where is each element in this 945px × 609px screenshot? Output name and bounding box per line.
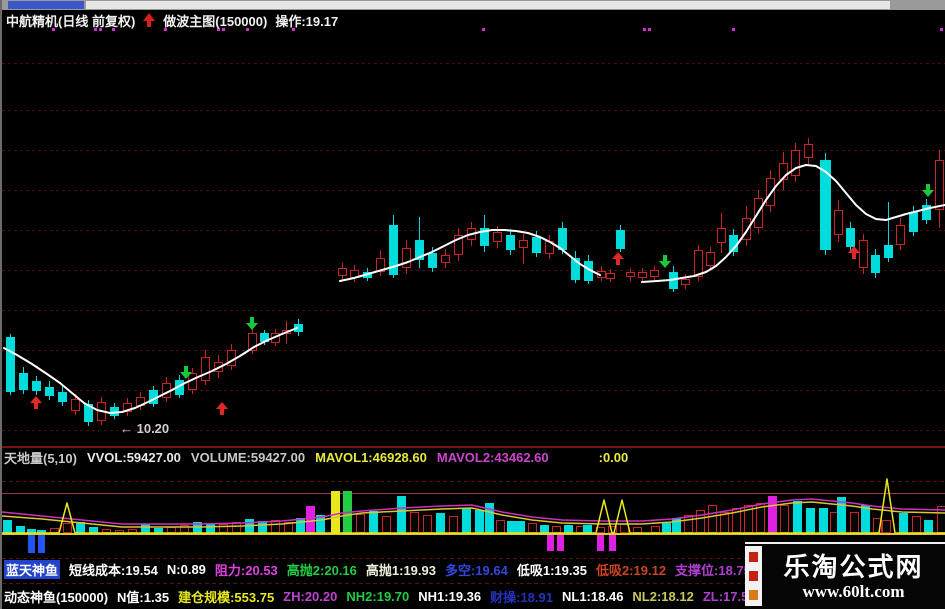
volume-header-item-5: :0.00 <box>598 449 629 465</box>
price-low-label: ← 10.20 <box>120 421 170 436</box>
lantian-item-2: N:0.89 <box>166 561 206 577</box>
signal-dot <box>643 28 646 31</box>
signal-dot <box>940 28 943 31</box>
volume-header-item-3: MAVOL1:46928.60 <box>315 449 427 465</box>
indicator-row-lantianshenyu[interactable]: 蓝天神鱼 短线成本:19.54 N:0.89 阻力:20.53 高抛2:20.16 高抛1… <box>4 556 751 582</box>
up-arrow-icon <box>143 13 156 27</box>
volume-header-item-0: 天地量(5,10) <box>4 450 77 466</box>
volume-header-item-1: VVOL:59427.00 <box>86 449 181 465</box>
formula-name: 做波主图(150000) <box>163 13 268 29</box>
lantian-item-4: 高抛2:20.16 <box>286 562 357 578</box>
watermark-box: 乐淘公式网 www.60lt.com <box>745 542 945 609</box>
dongtai-item-4: NH2:19.70 <box>346 588 410 604</box>
signal-dots-layer <box>2 0 945 609</box>
dongtai-item-6: 财操:18.91 <box>490 589 553 605</box>
indicator-row-dongtaishenyu[interactable]: 动态神鱼(150000) N值:1.35 建仓规模:553.75 ZH:20.20 NH… <box>4 584 756 608</box>
volume-header-item-2: VOLUME:59427.00 <box>190 449 306 465</box>
lantian-item-5: 高抛1:19.93 <box>365 562 436 578</box>
app-window: 中航精机(日线 前复权) 做波主图(150000) 操作:19.17 ← 10.… <box>0 0 945 609</box>
dongtai-item-2: 建仓规模:553.75 <box>178 589 275 605</box>
chart-header: 中航精机(日线 前复权) 做波主图(150000) 操作:19.17 <box>6 12 339 29</box>
dongtai-item-0: 动态神鱼(150000) <box>4 589 109 605</box>
signal-dot <box>482 28 485 31</box>
watermark-url: www.60lt.com <box>802 581 905 601</box>
dongtai-item-7: NL1:18.46 <box>562 588 624 604</box>
dongtai-item-8: NL2:18.12 <box>632 588 694 604</box>
volume-indicator-header: 天地量(5,10) VVOL:59427.00 VOLUME:59427.00 MAV… <box>4 449 629 466</box>
volume-header-item-4: MAVOL2:43462.60 <box>436 449 549 465</box>
watermark-text: 乐淘公式网 www.60lt.com <box>762 544 945 609</box>
dongtai-item-3: ZH:20.20 <box>283 588 338 604</box>
operation-value: 操作:19.17 <box>275 13 339 29</box>
lantian-item-1: 短线成本:19.54 <box>69 562 158 578</box>
dongtai-item-5: NH1:19.36 <box>418 588 482 604</box>
lantian-item-3: 阻力:20.53 <box>214 562 278 578</box>
stock-title: 中航精机(日线 前复权) <box>6 13 136 29</box>
lantian-item-7: 低吸1:19.35 <box>516 562 587 578</box>
seal-banner <box>745 546 762 606</box>
signal-dot <box>648 28 651 31</box>
lantian-item-0: 蓝天神鱼 <box>4 559 61 579</box>
dongtai-item-1: N值:1.35 <box>117 589 170 605</box>
lantian-item-6: 多空:19.64 <box>444 562 508 578</box>
watermark-site-name: 乐淘公式网 <box>783 551 924 582</box>
lantian-item-9: 支撑位:18.75 <box>675 562 751 578</box>
signal-dot <box>732 28 735 31</box>
lantian-item-8: 低吸2:19.12 <box>595 562 667 578</box>
